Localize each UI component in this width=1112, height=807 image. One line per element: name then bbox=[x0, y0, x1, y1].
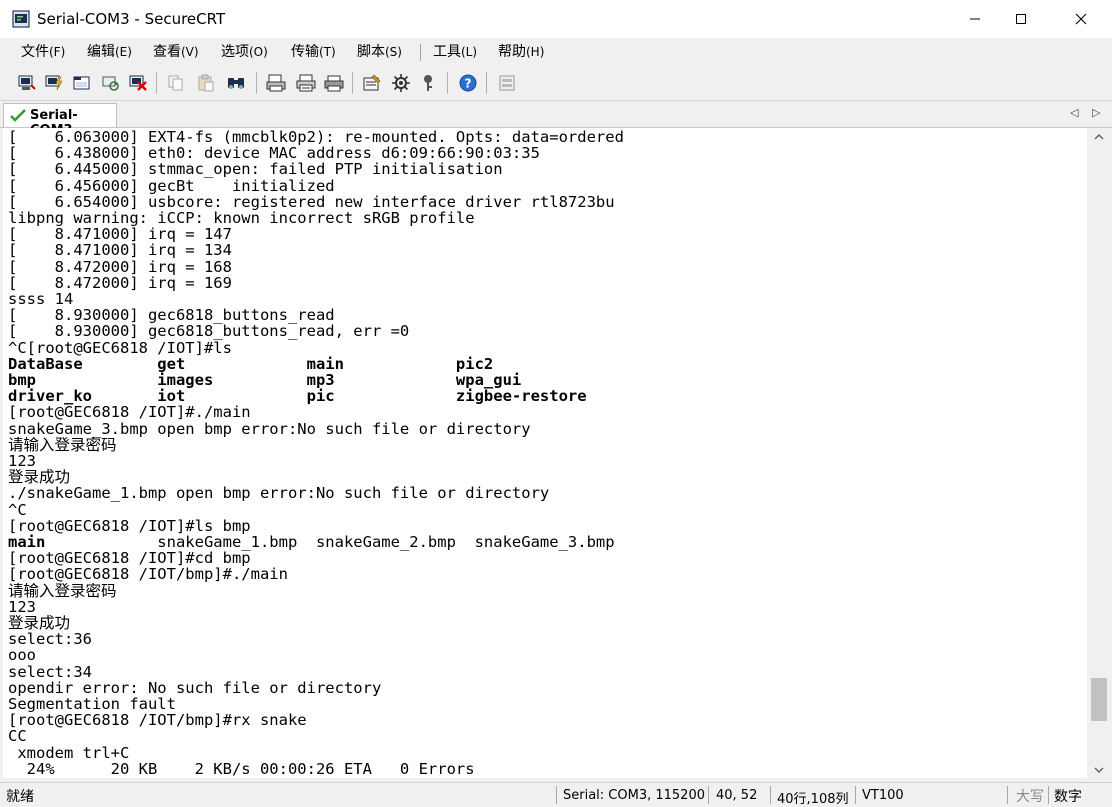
terminal-line-text: ./snakeGame_1.bmp open bmp error:No such… bbox=[8, 484, 550, 503]
disconnect-icon[interactable] bbox=[128, 73, 148, 93]
chevron-down-icon bbox=[1094, 767, 1104, 773]
status-emulation: VT100 bbox=[862, 788, 904, 803]
scroll-track[interactable] bbox=[1088, 145, 1110, 761]
status-divider bbox=[855, 786, 856, 804]
maximize-button[interactable] bbox=[998, 0, 1044, 38]
terminal-line: ./snakeGame_1.bmp open bmp error:No such… bbox=[8, 485, 549, 502]
toolbar-separator bbox=[156, 72, 157, 94]
session-options-icon[interactable] bbox=[362, 73, 382, 93]
menu-transfer[interactable]: 传输(T) bbox=[291, 44, 336, 60]
minimize-button[interactable] bbox=[952, 0, 998, 38]
menu-view[interactable]: 查看(V) bbox=[153, 44, 199, 60]
sftp-icon[interactable] bbox=[497, 73, 517, 93]
maximize-icon bbox=[1016, 14, 1026, 24]
close-button[interactable] bbox=[1058, 0, 1104, 38]
vertical-scrollbar[interactable] bbox=[1088, 128, 1110, 778]
status-divider bbox=[1048, 786, 1049, 804]
terminal-line-text: [root@GEC6818 /IOT/bmp]#rx snake bbox=[8, 711, 307, 730]
checkmark-icon bbox=[10, 109, 26, 122]
menu-edit[interactable]: 编辑(E) bbox=[87, 44, 132, 60]
menu-file[interactable]: 文件(F) bbox=[21, 44, 65, 60]
scroll-thumb[interactable] bbox=[1091, 677, 1107, 721]
terminal-line: 24% 20 KB 2 KB/s 00:00:26 ETA 0 Errors bbox=[8, 759, 475, 778]
status-ready: 就绪 bbox=[6, 789, 34, 805]
chevron-up-icon bbox=[1094, 133, 1104, 139]
toolbar-separator bbox=[447, 72, 448, 94]
minimize-icon bbox=[970, 18, 980, 20]
toolbar-separator bbox=[352, 72, 353, 94]
title-bar: Serial-COM3 - SecureCRT bbox=[0, 0, 1112, 38]
print-setup-icon[interactable] bbox=[324, 73, 344, 93]
status-bar: 就绪 Serial: COM3, 115200 40, 52 40行,108列 … bbox=[0, 782, 1112, 807]
status-terminal-size: 40行,108列 bbox=[777, 792, 849, 807]
status-caps-lock: 大写 bbox=[1016, 789, 1044, 805]
svg-text:?: ? bbox=[465, 77, 472, 91]
help-icon[interactable]: ? bbox=[458, 73, 478, 93]
status-num-lock: 数字 bbox=[1054, 789, 1082, 805]
toolbar: ? bbox=[0, 65, 1112, 101]
print-screen-icon[interactable] bbox=[266, 73, 286, 93]
close-icon bbox=[1075, 13, 1087, 25]
quick-connect-icon[interactable] bbox=[44, 73, 64, 93]
tab-serial-com3[interactable]: Serial-COM3 bbox=[3, 103, 117, 138]
tab-scroll-left-icon[interactable]: ◁ bbox=[1070, 106, 1078, 119]
reconnect-icon[interactable] bbox=[100, 73, 120, 93]
menu-help[interactable]: 帮助(H) bbox=[498, 44, 544, 60]
toolbar-separator bbox=[256, 72, 257, 94]
status-divider bbox=[1007, 786, 1008, 804]
status-connection: Serial: COM3, 115200 bbox=[563, 788, 705, 803]
menu-bar: 文件(F) 编辑(E) 查看(V) 选项(O) 传输(T) 脚本(S) 工具(L… bbox=[0, 38, 1112, 65]
menu-script[interactable]: 脚本(S) bbox=[357, 44, 402, 60]
scroll-down-button[interactable] bbox=[1088, 761, 1110, 778]
paste-icon[interactable] bbox=[196, 73, 216, 93]
window-title: Serial-COM3 - SecureCRT bbox=[37, 10, 226, 28]
menu-options[interactable]: 选项(O) bbox=[221, 44, 268, 60]
status-cursor-position: 40, 52 bbox=[716, 788, 758, 803]
status-divider bbox=[770, 786, 771, 804]
scroll-up-button[interactable] bbox=[1088, 128, 1110, 145]
menu-separator bbox=[420, 44, 421, 61]
copy-icon[interactable] bbox=[166, 73, 186, 93]
connect-in-tab-icon[interactable] bbox=[72, 73, 92, 93]
keymap-icon[interactable] bbox=[418, 73, 438, 93]
toolbar-separator bbox=[486, 72, 487, 94]
terminal-line: [root@GEC6818 /IOT/bmp]#rx snake bbox=[8, 712, 307, 729]
find-icon[interactable] bbox=[226, 73, 246, 93]
terminal-output[interactable]: [ 6.063000] EXT4-fs (mmcblk0p2): re-moun… bbox=[3, 128, 1087, 778]
tab-scroll-right-icon[interactable]: ▷ bbox=[1092, 106, 1100, 119]
connect-icon[interactable] bbox=[17, 73, 37, 93]
print-icon[interactable] bbox=[296, 73, 316, 93]
status-divider bbox=[708, 786, 709, 804]
securecrt-app-icon bbox=[12, 10, 30, 28]
menu-tools[interactable]: 工具(L) bbox=[433, 44, 477, 60]
session-tab-bar: Serial-COM3 ◁ ▷ bbox=[0, 101, 1112, 138]
terminal-line-text: 24% 20 KB 2 KB/s 00:00:26 ETA 0 Errors bbox=[8, 759, 475, 778]
global-options-icon[interactable] bbox=[391, 73, 411, 93]
status-divider bbox=[556, 786, 557, 804]
